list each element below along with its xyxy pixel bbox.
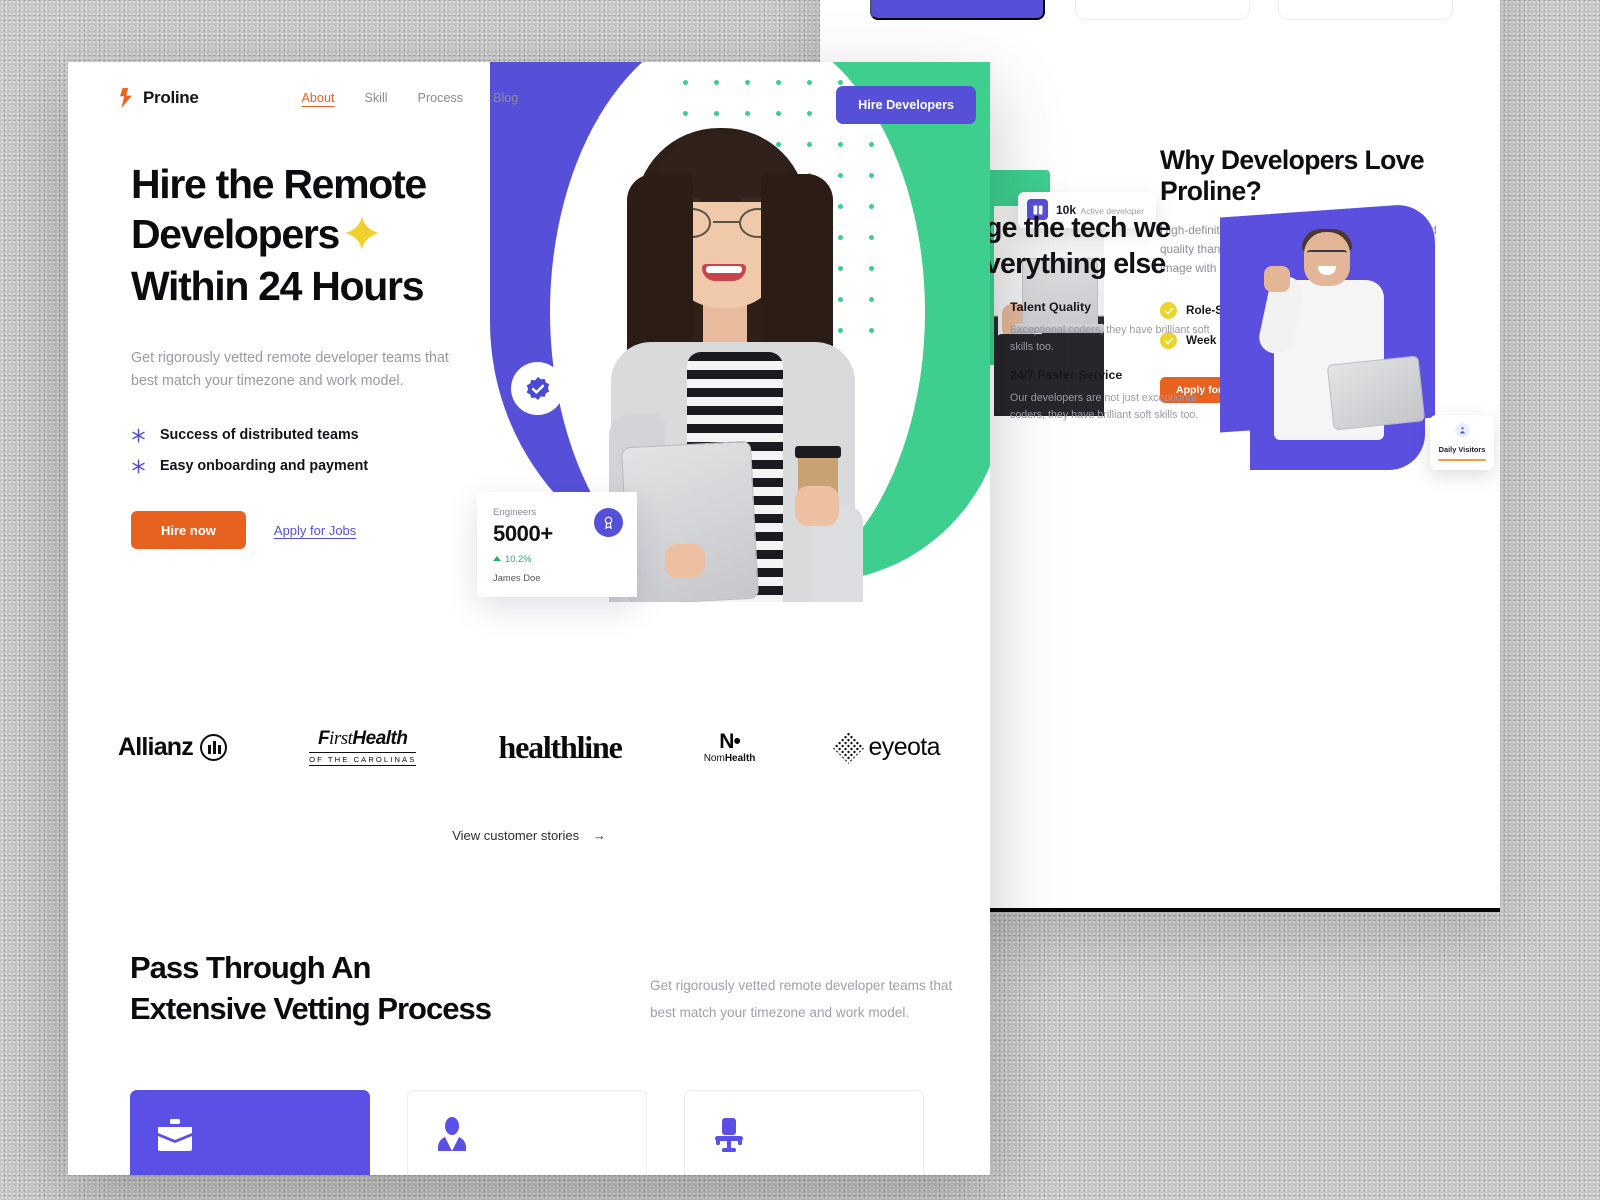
vetting-description: Get rigorously vetted remote developer t… xyxy=(650,978,953,1020)
vetting-card-seniority-tests[interactable]: Seniority tests xyxy=(407,1090,647,1175)
learn-more-button[interactable]: Learn more → xyxy=(870,0,1045,20)
vetting-heading-line2: Extensive Vetting Process xyxy=(130,991,492,1027)
people-group-icon xyxy=(1454,423,1470,438)
nav-links: About Skill Process Blog xyxy=(302,91,519,105)
hero-heading-line1: Hire the Remote xyxy=(131,161,427,207)
spec-card-1: specializations & frameworks. xyxy=(1075,0,1250,20)
allianz-logo-text: Allianz xyxy=(118,732,194,761)
arrow-right-icon: → xyxy=(592,828,606,843)
vetting-card-cultural-fit[interactable]: Cultural fit check xyxy=(684,1090,924,1175)
engineers-stat-delta: 10.2% xyxy=(493,553,621,564)
view-customer-stories: View customer stories → xyxy=(68,828,990,843)
firsthealth-logo-sub: OF THE CAROLINAS xyxy=(309,752,417,766)
vetting-cards: HR screening More rigorous than Silicon … xyxy=(130,1090,924,1175)
hero-bullet-1: Easy onboarding and payment xyxy=(131,458,531,474)
hero-heading-line2: Developers xyxy=(131,211,340,258)
why-heading-line2: Proline? xyxy=(1160,176,1262,206)
client-logos: Allianz FirstHealth OF THE CAROLINAS hea… xyxy=(118,687,941,807)
verified-check-badge-icon xyxy=(511,362,564,415)
engineers-stat-card: Engineers 5000+ 10.2% James Doe xyxy=(477,492,637,597)
healthline-logo-text: healthline xyxy=(498,728,622,765)
nav-link-skill[interactable]: Skill xyxy=(364,91,387,105)
asterisk-icon xyxy=(131,459,146,474)
hero-actions: Hire now Apply for Jobs xyxy=(131,511,531,550)
trend-up-icon xyxy=(493,556,501,561)
hero-bullet-0: Success of distributed teams xyxy=(131,427,531,443)
four-point-star-icon xyxy=(345,211,380,261)
daily-visitors-label: Daily Visitors xyxy=(1438,445,1486,454)
hero-bullets: Success of distributed teams Easy onboar… xyxy=(131,427,531,474)
hero-heading: Hire the Remote Developers Within 24 Hou… xyxy=(131,159,531,311)
engineers-stat-delta-value: 10.2% xyxy=(505,553,532,564)
tech-heading-line1: ge the tech we xyxy=(985,212,1171,244)
tech-heading-line2: verything else xyxy=(985,248,1166,281)
lightning-bolt-icon xyxy=(118,88,134,108)
nomhealth-glyph: N• xyxy=(719,730,741,753)
top-navigation: Proline About Skill Process Blog xyxy=(118,88,518,108)
brand-logo[interactable]: Proline xyxy=(118,88,199,108)
view-customer-stories-link[interactable]: View customer stories xyxy=(452,828,579,843)
apply-for-jobs-link[interactable]: Apply for Jobs xyxy=(260,523,370,538)
hero-bullet-1-label: Easy onboarding and payment xyxy=(160,458,369,475)
why-heading: Why Developers Love Proline? xyxy=(1160,145,1460,207)
nav-link-blog[interactable]: Blog xyxy=(493,91,518,105)
daily-visitors-bar xyxy=(1438,459,1486,461)
eyeota-logo: eyeota xyxy=(832,730,941,764)
nav-link-process[interactable]: Process xyxy=(418,91,464,105)
daily-visitors-card: Daily Visitors xyxy=(1430,415,1494,470)
hero-bullet-0-label: Success of distributed teams xyxy=(160,427,359,444)
hero-heading-line3: Within 24 Hours xyxy=(131,263,425,310)
eyeota-mark-icon xyxy=(832,730,866,764)
office-chair-icon xyxy=(709,1115,749,1155)
asterisk-icon xyxy=(131,428,146,443)
nomhealth-logo: N• NomHealth xyxy=(703,730,756,764)
vetting-heading: Pass Through An Extensive Vetting Proces… xyxy=(130,947,550,1029)
main-page-sheet: Hire Developers Proline About Skill Proc… xyxy=(68,62,990,1175)
hire-developers-button[interactable]: Hire Developers xyxy=(836,86,976,124)
vetting-heading-line1: Pass Through An xyxy=(130,950,371,985)
eyeota-logo-text: eyeota xyxy=(868,732,940,761)
briefcase-icon xyxy=(155,1115,195,1155)
vetting-card-hr-screening[interactable]: HR screening More rigorous than Silicon … xyxy=(130,1090,370,1175)
person-in-suit-icon xyxy=(432,1115,472,1155)
nav-link-about[interactable]: About xyxy=(302,91,335,105)
vetting-section: Pass Through An Extensive Vetting Proces… xyxy=(130,947,952,1029)
why-heading-line1: Why Developers Love xyxy=(1160,145,1425,175)
brand-name: Proline xyxy=(143,88,199,107)
award-medal-icon xyxy=(594,508,623,537)
hero-content: Hire the Remote Developers Within 24 Hou… xyxy=(131,159,531,550)
engineers-stat-person: James Doe xyxy=(493,572,541,583)
healthline-logo: healthline xyxy=(498,728,622,766)
hero-subtitle: Get rigorously vetted remote developer t… xyxy=(131,350,449,390)
hire-now-button[interactable]: Hire now xyxy=(131,511,246,550)
spec-card-2: systems design, software special. xyxy=(1278,0,1453,20)
celebrating-developer-visual: Daily Visitors xyxy=(1180,202,1494,500)
allianz-logo: Allianz xyxy=(118,733,227,762)
firsthealth-logo: FirstHealth OF THE CAROLINAS xyxy=(309,728,417,766)
